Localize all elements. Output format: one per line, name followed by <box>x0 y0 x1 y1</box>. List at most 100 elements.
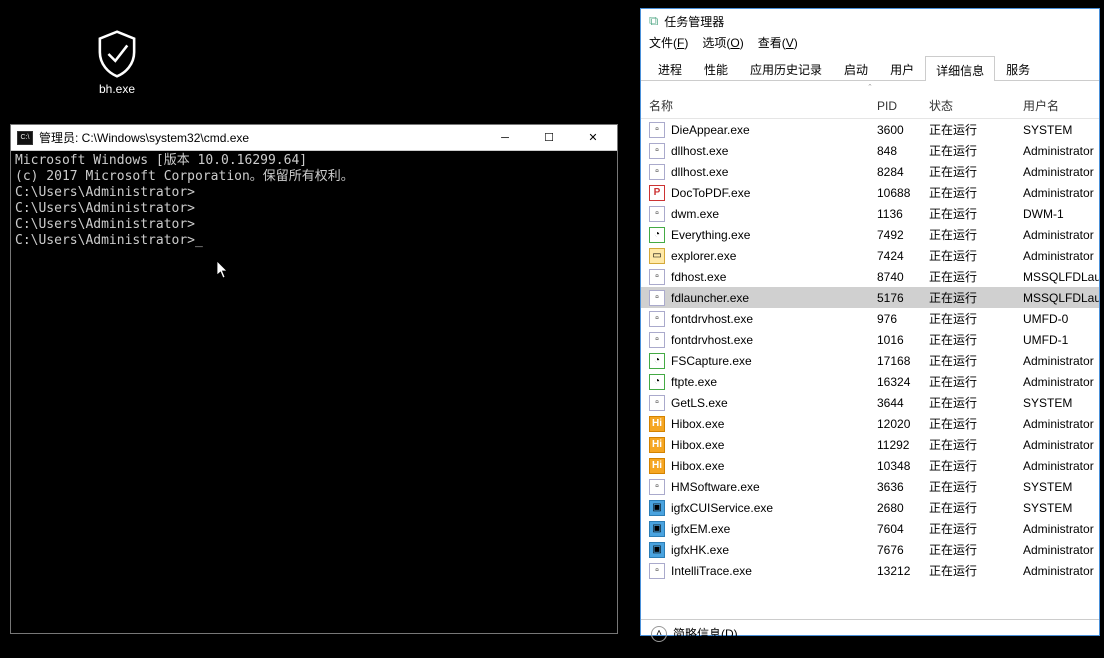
process-name: Hibox.exe <box>671 417 877 431</box>
process-row[interactable]: ◔ftpte.exe16324正在运行Administrator <box>641 371 1099 392</box>
process-user: UMFD-1 <box>1023 333 1099 347</box>
process-status: 正在运行 <box>929 268 1023 285</box>
tab-服务[interactable]: 服务 <box>995 55 1041 80</box>
cmd-titlebar[interactable]: C:\ 管理员: C:\Windows\system32\cmd.exe ─ ☐… <box>11 125 617 151</box>
minimize-button[interactable]: ─ <box>483 126 527 150</box>
process-user: SYSTEM <box>1023 480 1099 494</box>
process-pid: 848 <box>877 144 929 158</box>
process-pid: 10348 <box>877 459 929 473</box>
process-row[interactable]: ▣igfxCUIService.exe2680正在运行SYSTEM <box>641 497 1099 518</box>
tab-详细信息[interactable]: 详细信息 <box>925 56 995 81</box>
header-user[interactable]: 用户名 <box>1023 97 1099 114</box>
process-pid: 8284 <box>877 165 929 179</box>
process-name: DocToPDF.exe <box>671 186 877 200</box>
process-user: Administrator <box>1023 438 1099 452</box>
process-row[interactable]: PDocToPDF.exe10688正在运行Administrator <box>641 182 1099 203</box>
process-row[interactable]: HiHibox.exe10348正在运行Administrator <box>641 455 1099 476</box>
process-pid: 3636 <box>877 480 929 494</box>
process-pid: 7424 <box>877 249 929 263</box>
process-icon: ▫ <box>649 479 665 495</box>
cmd-line: C:\Users\Administrator> <box>15 217 613 233</box>
process-row[interactable]: ▫IntelliTrace.exe13212正在运行Administrator <box>641 560 1099 581</box>
process-row[interactable]: ▫fdhost.exe8740正在运行MSSQLFDLauncher <box>641 266 1099 287</box>
process-icon: ▫ <box>649 563 665 579</box>
menu-options[interactable]: 选项(O) <box>702 34 743 51</box>
process-icon: ▣ <box>649 500 665 516</box>
process-row[interactable]: ▣igfxHK.exe7676正在运行Administrator <box>641 539 1099 560</box>
process-row[interactable]: ▫HMSoftware.exe3636正在运行SYSTEM <box>641 476 1099 497</box>
process-row[interactable]: ▭explorer.exe7424正在运行Administrator <box>641 245 1099 266</box>
header-name[interactable]: 名称 <box>649 97 877 114</box>
process-row[interactable]: ▫fontdrvhost.exe976正在运行UMFD-0 <box>641 308 1099 329</box>
process-row[interactable]: ▫dllhost.exe8284正在运行Administrator <box>641 161 1099 182</box>
process-status: 正在运行 <box>929 163 1023 180</box>
process-row[interactable]: ▫fontdrvhost.exe1016正在运行UMFD-1 <box>641 329 1099 350</box>
close-button[interactable]: ✕ <box>571 126 615 150</box>
process-name: dllhost.exe <box>671 144 877 158</box>
process-user: SYSTEM <box>1023 501 1099 515</box>
tab-用户[interactable]: 用户 <box>879 55 925 80</box>
tab-性能[interactable]: 性能 <box>693 55 739 80</box>
cmd-line: Microsoft Windows [版本 10.0.16299.64] <box>15 153 613 169</box>
cmd-body[interactable]: Microsoft Windows [版本 10.0.16299.64](c) … <box>11 151 617 633</box>
process-row[interactable]: ▣igfxEM.exe7604正在运行Administrator <box>641 518 1099 539</box>
process-status: 正在运行 <box>929 436 1023 453</box>
header-status[interactable]: 状态 <box>929 97 1023 114</box>
process-name: dllhost.exe <box>671 165 877 179</box>
process-status: 正在运行 <box>929 289 1023 306</box>
process-icon: ▫ <box>649 143 665 159</box>
process-pid: 1016 <box>877 333 929 347</box>
process-name: IntelliTrace.exe <box>671 564 877 578</box>
process-row[interactable]: ▫GetLS.exe3644正在运行SYSTEM <box>641 392 1099 413</box>
desktop-icon-bh[interactable]: bh.exe <box>82 30 152 96</box>
process-icon: ▫ <box>649 311 665 327</box>
process-status: 正在运行 <box>929 205 1023 222</box>
process-user: SYSTEM <box>1023 396 1099 410</box>
cmd-window[interactable]: C:\ 管理员: C:\Windows\system32\cmd.exe ─ ☐… <box>10 124 618 634</box>
process-row[interactable]: ◔FSCapture.exe17168正在运行Administrator <box>641 350 1099 371</box>
process-row[interactable]: ▫dllhost.exe848正在运行Administrator <box>641 140 1099 161</box>
tab-应用历史记录[interactable]: 应用历史记录 <box>739 55 833 80</box>
tab-启动[interactable]: 启动 <box>833 55 879 80</box>
process-name: HMSoftware.exe <box>671 480 877 494</box>
process-status: 正在运行 <box>929 541 1023 558</box>
process-icon: ▫ <box>649 332 665 348</box>
process-pid: 11292 <box>877 438 929 452</box>
process-user: Administrator <box>1023 564 1099 578</box>
process-icon: Hi <box>649 458 665 474</box>
process-row[interactable]: ▫fdlauncher.exe5176正在运行MSSQLFDLauncher <box>641 287 1099 308</box>
process-pid: 976 <box>877 312 929 326</box>
process-icon: P <box>649 185 665 201</box>
menu-file[interactable]: 文件(F) <box>649 34 688 51</box>
process-name: ftpte.exe <box>671 375 877 389</box>
process-row[interactable]: ▫DieAppear.exe3600正在运行SYSTEM <box>641 119 1099 140</box>
process-row[interactable]: ▫dwm.exe1136正在运行DWM-1 <box>641 203 1099 224</box>
taskmgr-titlebar[interactable]: ⧉ 任务管理器 <box>641 9 1099 31</box>
process-row[interactable]: HiHibox.exe11292正在运行Administrator <box>641 434 1099 455</box>
process-name: Hibox.exe <box>671 438 877 452</box>
chevron-up-icon[interactable]: ˄ <box>651 626 667 642</box>
process-status: 正在运行 <box>929 352 1023 369</box>
process-icon: ▫ <box>649 122 665 138</box>
footer-label[interactable]: 简略信息(D) <box>673 625 738 642</box>
process-list[interactable]: ▫DieAppear.exe3600正在运行SYSTEM▫dllhost.exe… <box>641 119 1099 619</box>
process-row[interactable]: ◔Everything.exe7492正在运行Administrator <box>641 224 1099 245</box>
process-row[interactable]: HiHibox.exe12020正在运行Administrator <box>641 413 1099 434</box>
process-status: 正在运行 <box>929 373 1023 390</box>
tab-进程[interactable]: 进程 <box>647 55 693 80</box>
process-user: Administrator <box>1023 354 1099 368</box>
process-status: 正在运行 <box>929 247 1023 264</box>
process-status: 正在运行 <box>929 562 1023 579</box>
process-icon: ▫ <box>649 269 665 285</box>
header-pid[interactable]: PID <box>877 99 929 113</box>
process-pid: 3644 <box>877 396 929 410</box>
process-user: Administrator <box>1023 228 1099 242</box>
process-pid: 12020 <box>877 417 929 431</box>
menu-view[interactable]: 查看(V) <box>758 34 798 51</box>
maximize-button[interactable]: ☐ <box>527 126 571 150</box>
process-name: igfxCUIService.exe <box>671 501 877 515</box>
task-manager-window[interactable]: ⧉ 任务管理器 文件(F) 选项(O) 查看(V) 进程性能应用历史记录启动用户… <box>640 8 1100 636</box>
process-status: 正在运行 <box>929 310 1023 327</box>
process-status: 正在运行 <box>929 415 1023 432</box>
process-icon: Hi <box>649 416 665 432</box>
